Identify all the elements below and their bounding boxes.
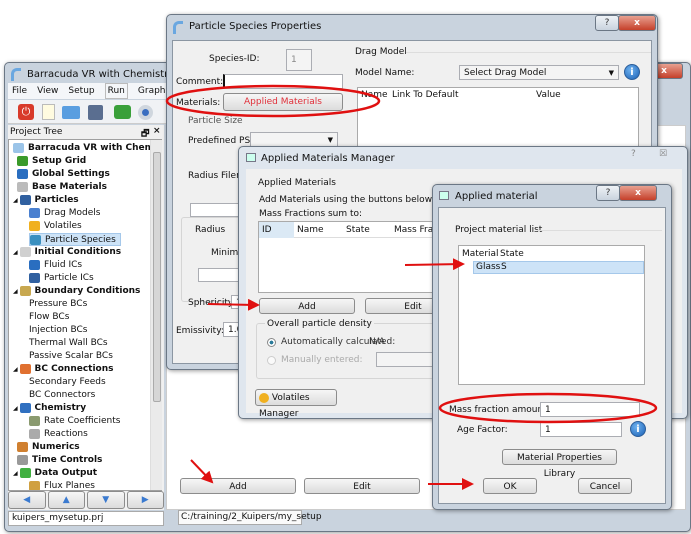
annotation-arrow-glass — [404, 258, 465, 271]
annotation-ellipse-materials — [165, 84, 381, 118]
annotation-overlay — [165, 84, 658, 490]
annotation-ellipse-mass-fraction — [438, 392, 658, 424]
annotation-arrow-main-add — [190, 459, 214, 484]
annotation-arrow-add — [207, 298, 260, 311]
